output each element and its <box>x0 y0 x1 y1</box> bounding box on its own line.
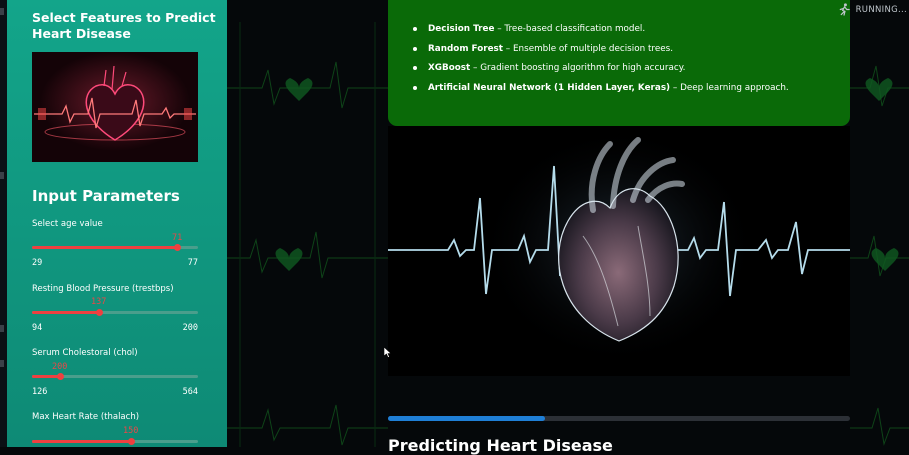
prediction-heading: Predicting Heart Disease <box>388 436 613 455</box>
model-desc: – Gradient boosting algorithm for high a… <box>470 63 686 73</box>
chol-slider-label: Serum Cholestoral (chol) <box>32 348 138 358</box>
running-person-icon <box>839 3 850 16</box>
model-desc: – Tree-based classification model. <box>494 24 646 34</box>
chol-slider-max: 564 <box>182 387 198 397</box>
trestbps-slider-thumb[interactable] <box>95 309 103 316</box>
edge-icon <box>0 325 4 332</box>
trestbps-slider-label: Resting Blood Pressure (trestbps) <box>32 284 174 294</box>
age-slider-thumb[interactable] <box>173 244 181 251</box>
list-item: Random Forest – Ensemble of multiple dec… <box>413 44 789 64</box>
heart-ekg-image <box>32 52 198 162</box>
model-name: Decision Tree <box>428 24 495 34</box>
trestbps-slider-value: 137 <box>91 297 107 307</box>
age-slider[interactable] <box>32 244 198 251</box>
thalach-slider-fill <box>32 440 132 443</box>
chol-slider-thumb[interactable] <box>56 373 64 380</box>
running-label: RUNNING... <box>855 4 907 15</box>
trestbps-slider-fill <box>32 311 100 314</box>
list-item: XGBoost – Gradient boosting algorithm fo… <box>413 63 789 83</box>
age-slider-group: Select age value 71 29 77 <box>32 219 198 268</box>
model-desc: – Deep learning approach. <box>670 82 789 93</box>
list-item: Decision Tree – Tree-based classificatio… <box>413 24 789 44</box>
age-slider-max: 77 <box>187 258 198 268</box>
thalach-slider-label: Max Heart Rate (thalach) <box>32 412 140 422</box>
progress-bar <box>388 416 850 421</box>
chol-slider-value: 200 <box>52 362 68 372</box>
model-desc: – Ensemble of multiple decision trees. <box>502 43 674 54</box>
model-name: XGBoost <box>428 63 471 73</box>
thalach-slider[interactable] <box>32 438 198 445</box>
trestbps-slider-max: 200 <box>182 323 198 333</box>
age-slider-min: 29 <box>32 258 43 268</box>
running-status: RUNNING... <box>838 3 909 16</box>
input-parameters-heading: Input Parameters <box>32 187 180 205</box>
trestbps-slider-group: Resting Blood Pressure (trestbps) 137 94… <box>32 284 198 333</box>
trestbps-slider-min: 94 <box>32 323 43 333</box>
edge-icon <box>0 172 4 179</box>
app-left-edge <box>0 0 7 447</box>
mouse-cursor-icon <box>384 347 392 358</box>
thalach-slider-value: 150 <box>123 426 139 436</box>
sidebar-title: Select Features to Predict Heart Disease <box>32 10 216 41</box>
progress-bar-fill <box>388 416 546 421</box>
edge-icon <box>0 360 4 367</box>
trestbps-slider[interactable] <box>32 309 198 316</box>
chol-slider-group: Serum Cholestoral (chol) 200 126 564 <box>32 348 198 397</box>
anatomical-heart-image <box>388 126 850 376</box>
model-name: Random Forest <box>428 43 503 54</box>
thalach-slider-group: Max Heart Rate (thalach) 150 <box>32 412 198 445</box>
list-item: Artificial Neural Network (1 Hidden Laye… <box>413 83 789 103</box>
chol-slider[interactable] <box>32 373 198 380</box>
age-slider-value: 71 <box>172 233 183 243</box>
model-name: Artificial Neural Network (1 Hidden Laye… <box>428 82 671 93</box>
sidebar: Select Features to Predict Heart Disease… <box>7 0 227 447</box>
thalach-slider-thumb[interactable] <box>128 438 136 445</box>
chol-slider-min: 126 <box>32 387 48 397</box>
models-list: Decision Tree – Tree-based classificatio… <box>413 24 789 102</box>
edge-icon <box>0 8 4 15</box>
age-slider-label: Select age value <box>32 219 103 229</box>
age-slider-fill <box>32 246 178 249</box>
chol-slider-fill <box>32 375 61 378</box>
